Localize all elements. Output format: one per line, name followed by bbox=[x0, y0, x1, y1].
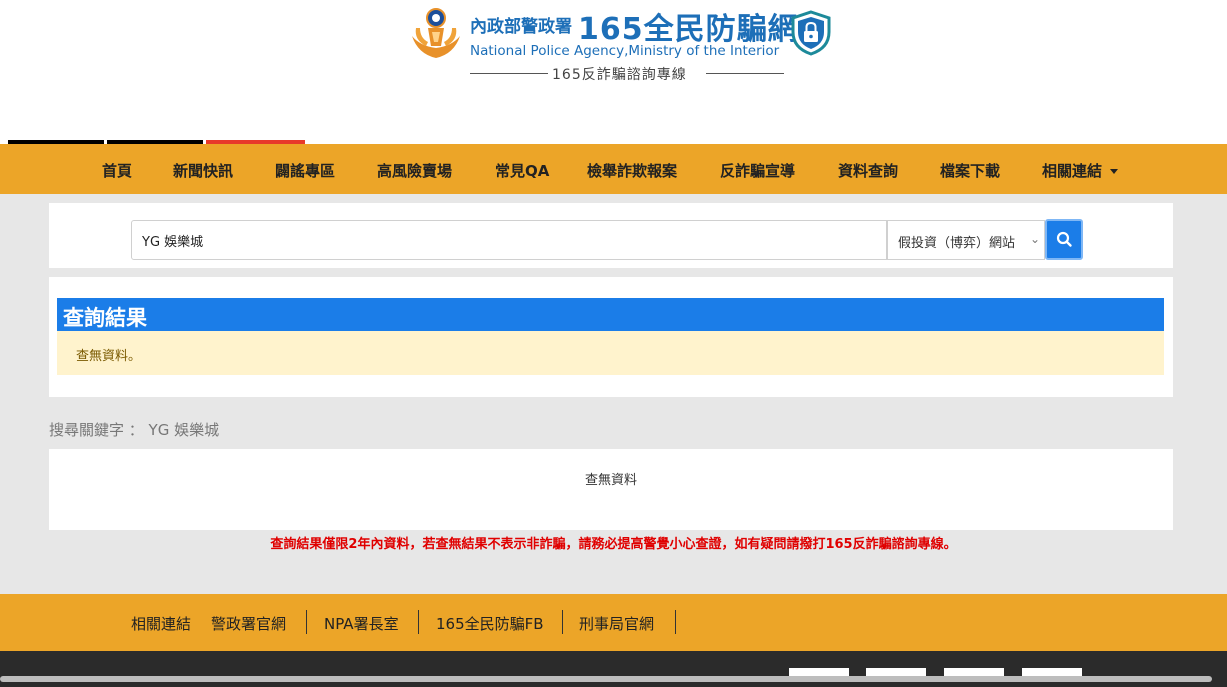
police-emblem-icon bbox=[412, 8, 460, 58]
caret-down-icon bbox=[1110, 169, 1119, 174]
no-result-alert: 查無資料。 bbox=[57, 331, 1164, 375]
search-input[interactable] bbox=[131, 220, 887, 260]
footer-link-fb[interactable]: 165全民防騙FB bbox=[436, 613, 544, 634]
search-icon bbox=[1056, 231, 1072, 247]
disclaimer-text: 查詢結果僅限2年內資料，若查無結果不表示非詐騙，請務必提高警覺小心查證，如有疑問… bbox=[270, 537, 957, 552]
site-name: 165全民防騙網 bbox=[578, 12, 799, 47]
footer-links: 相關連結 警政署官網 NPA署長室 165全民防騙FB 刑事局官網 bbox=[0, 594, 1227, 651]
chevron-down-icon: ⌄ bbox=[1029, 232, 1040, 246]
nav-faq[interactable]: 常見QA bbox=[495, 160, 549, 181]
hotline-row: 165反詐騙諮詢專線 bbox=[470, 64, 784, 83]
nav-related-links[interactable]: 相關連結 bbox=[1042, 160, 1119, 181]
agency-name: 內政部警政署 bbox=[470, 17, 572, 37]
agency-name-en: National Police Agency,Ministry of the I… bbox=[470, 43, 780, 59]
result-heading: 查詢結果 bbox=[57, 298, 1164, 331]
search-panel: 假投資（博弈）網站 ⌄ bbox=[49, 203, 1173, 268]
horizontal-scrollbar[interactable] bbox=[0, 676, 1212, 682]
nav-downloads[interactable]: 檔案下載 bbox=[940, 160, 1000, 181]
hotline-text: 165反詐騙諮詢專線 bbox=[552, 67, 687, 83]
divider bbox=[306, 610, 307, 634]
nav-high-risk-stores[interactable]: 高風險賣場 bbox=[377, 160, 452, 181]
divider bbox=[562, 610, 563, 634]
category-select[interactable]: 假投資（博弈）網站 ⌄ bbox=[887, 220, 1045, 260]
category-select-value: 假投資（博弈）網站 bbox=[898, 236, 1016, 251]
nav-anti-fraud-promo[interactable]: 反詐騙宣導 bbox=[720, 160, 795, 181]
site-logo[interactable]: 內政部警政署 165全民防騙網 National Police Agency,M… bbox=[408, 6, 838, 90]
shield-lock-icon bbox=[791, 10, 831, 56]
search-button[interactable] bbox=[1045, 219, 1083, 260]
footer-link-npa[interactable]: 警政署官網 bbox=[211, 613, 286, 634]
divider bbox=[675, 610, 676, 634]
footer-link-director[interactable]: NPA署長室 bbox=[324, 613, 399, 634]
main-nav: 首頁 新聞快訊 闢謠專區 高風險賣場 常見QA 檢舉詐欺報案 反詐騙宣導 資料查… bbox=[0, 144, 1227, 194]
nav-report-fraud[interactable]: 檢舉詐欺報案 bbox=[587, 160, 677, 181]
divider bbox=[470, 73, 548, 74]
nav-news[interactable]: 新聞快訊 bbox=[173, 160, 233, 181]
footer-label: 相關連結 bbox=[131, 615, 192, 633]
footer-link-cib[interactable]: 刑事局官網 bbox=[579, 613, 654, 634]
nav-data-query[interactable]: 資料查詢 bbox=[838, 160, 898, 181]
empty-state-text: 查無資料 bbox=[584, 473, 637, 488]
site-header: 內政部警政署 165全民防騙網 National Police Agency,M… bbox=[0, 0, 1227, 144]
nav-home[interactable]: 首頁 bbox=[102, 160, 132, 181]
results-list: 查無資料 bbox=[49, 449, 1173, 530]
divider bbox=[418, 610, 419, 634]
nav-rumor[interactable]: 闢謠專區 bbox=[275, 160, 335, 181]
divider bbox=[706, 73, 784, 74]
nav-related-links-label: 相關連結 bbox=[1042, 162, 1103, 180]
search-keyword-line: 搜尋關鍵字 ： YG 娛樂城 bbox=[49, 421, 220, 439]
result-panel: 查詢結果 查無資料。 bbox=[49, 277, 1173, 397]
